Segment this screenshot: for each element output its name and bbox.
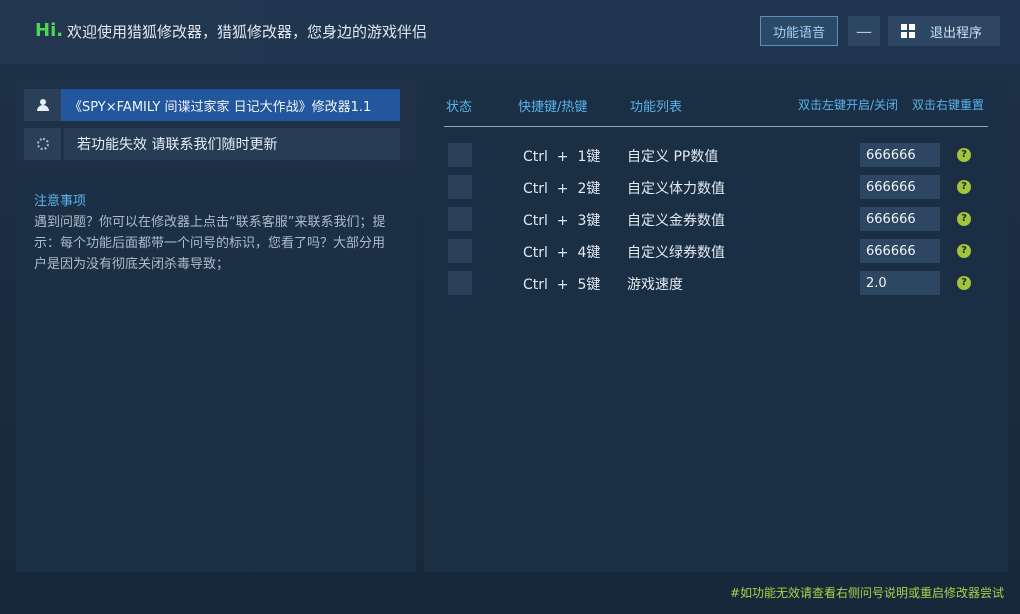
function-row: Ctrl + 4键 自定义绿券数值 666666 ? — [424, 239, 1008, 263]
col-function: 功能列表 — [630, 100, 683, 115]
hotkey-label: Ctrl + 4键 — [523, 245, 601, 261]
notes-title: 注意事项 — [34, 194, 87, 209]
help-icon[interactable]: ? — [957, 276, 971, 290]
notes-panel: 注意事项 遇到问题？你可以在修改器上点击“联系客服”来联系我们；提示：每个功能后… — [16, 176, 416, 572]
col-status: 状态 — [446, 100, 473, 115]
notes-body: 遇到问题？你可以在修改器上点击“联系客服”来联系我们；提示：每个功能后面都带一个… — [34, 215, 386, 272]
hotkey-label: Ctrl + 2键 — [523, 181, 601, 197]
function-label: 自定义绿券数值 — [627, 245, 725, 261]
hint-left-click: 双击左键开启/关闭 — [798, 98, 899, 112]
welcome-text: 欢迎使用猎狐修改器，猎狐修改器，您身边的游戏伴侣 — [67, 23, 428, 41]
function-panel: 状态 快捷键/热键 功能列表 双击左键开启/关闭 双击右键重置 Ctrl + 1… — [424, 80, 1008, 572]
help-icon[interactable]: ? — [957, 180, 971, 194]
function-label: 自定义体力数值 — [627, 181, 725, 197]
status-toggle[interactable] — [448, 207, 472, 231]
hotkey-label: Ctrl + 5键 — [523, 277, 601, 293]
update-notice: 若功能失效 请联系我们随时更新 — [64, 128, 400, 160]
value-input[interactable]: 666666 — [860, 207, 940, 231]
help-icon[interactable]: ? — [957, 212, 971, 226]
help-icon[interactable]: ? — [957, 148, 971, 162]
exit-button[interactable]: 退出程序 — [888, 16, 1000, 46]
header-divider — [444, 126, 988, 127]
status-toggle[interactable] — [448, 239, 472, 263]
value-input[interactable]: 666666 — [860, 239, 940, 263]
status-toggle[interactable] — [448, 143, 472, 167]
help-icon[interactable]: ? — [957, 244, 971, 258]
hotkey-label: Ctrl + 3键 — [523, 213, 601, 229]
function-row: Ctrl + 2键 自定义体力数值 666666 ? — [424, 175, 1008, 199]
hint-right-click: 双击右键重置 — [912, 98, 985, 112]
user-icon — [24, 89, 61, 121]
windows-icon — [901, 24, 915, 38]
value-input[interactable]: 2.0 — [860, 271, 940, 295]
status-toggle[interactable] — [448, 271, 472, 295]
game-title: 《SPY×FAMILY 间谍过家家 日记大作战》修改器1.1 — [61, 89, 400, 121]
hi-logo: Hi. — [35, 20, 64, 41]
notice-row: 若功能失效 请联系我们随时更新 — [24, 128, 400, 160]
title-bar: Hi. 欢迎使用猎狐修改器，猎狐修改器，您身边的游戏伴侣 功能语音 — 退出程序 — [0, 0, 1020, 64]
minimize-button[interactable]: — — [848, 16, 880, 46]
status-toggle[interactable] — [448, 175, 472, 199]
function-label: 游戏速度 — [627, 277, 683, 293]
exit-button-label: 退出程序 — [930, 25, 983, 41]
voice-button[interactable]: 功能语音 — [760, 16, 838, 46]
col-hotkey: 快捷键/热键 — [518, 100, 588, 115]
function-row: Ctrl + 5键 游戏速度 2.0 ? — [424, 271, 1008, 295]
value-input[interactable]: 666666 — [860, 175, 940, 199]
function-label: 自定义 PP数值 — [627, 149, 719, 165]
function-row: Ctrl + 1键 自定义 PP数值 666666 ? — [424, 143, 1008, 167]
function-row: Ctrl + 3键 自定义金券数值 666666 ? — [424, 207, 1008, 231]
hotkey-label: Ctrl + 1键 — [523, 149, 601, 165]
loading-icon — [24, 128, 61, 160]
game-title-row: 《SPY×FAMILY 间谍过家家 日记大作战》修改器1.1 — [24, 89, 400, 121]
footer-hint: #如功能无效请查看右侧问号说明或重启修改器尝试 — [729, 586, 1004, 600]
value-input[interactable]: 666666 — [860, 143, 940, 167]
function-label: 自定义金券数值 — [627, 213, 725, 229]
